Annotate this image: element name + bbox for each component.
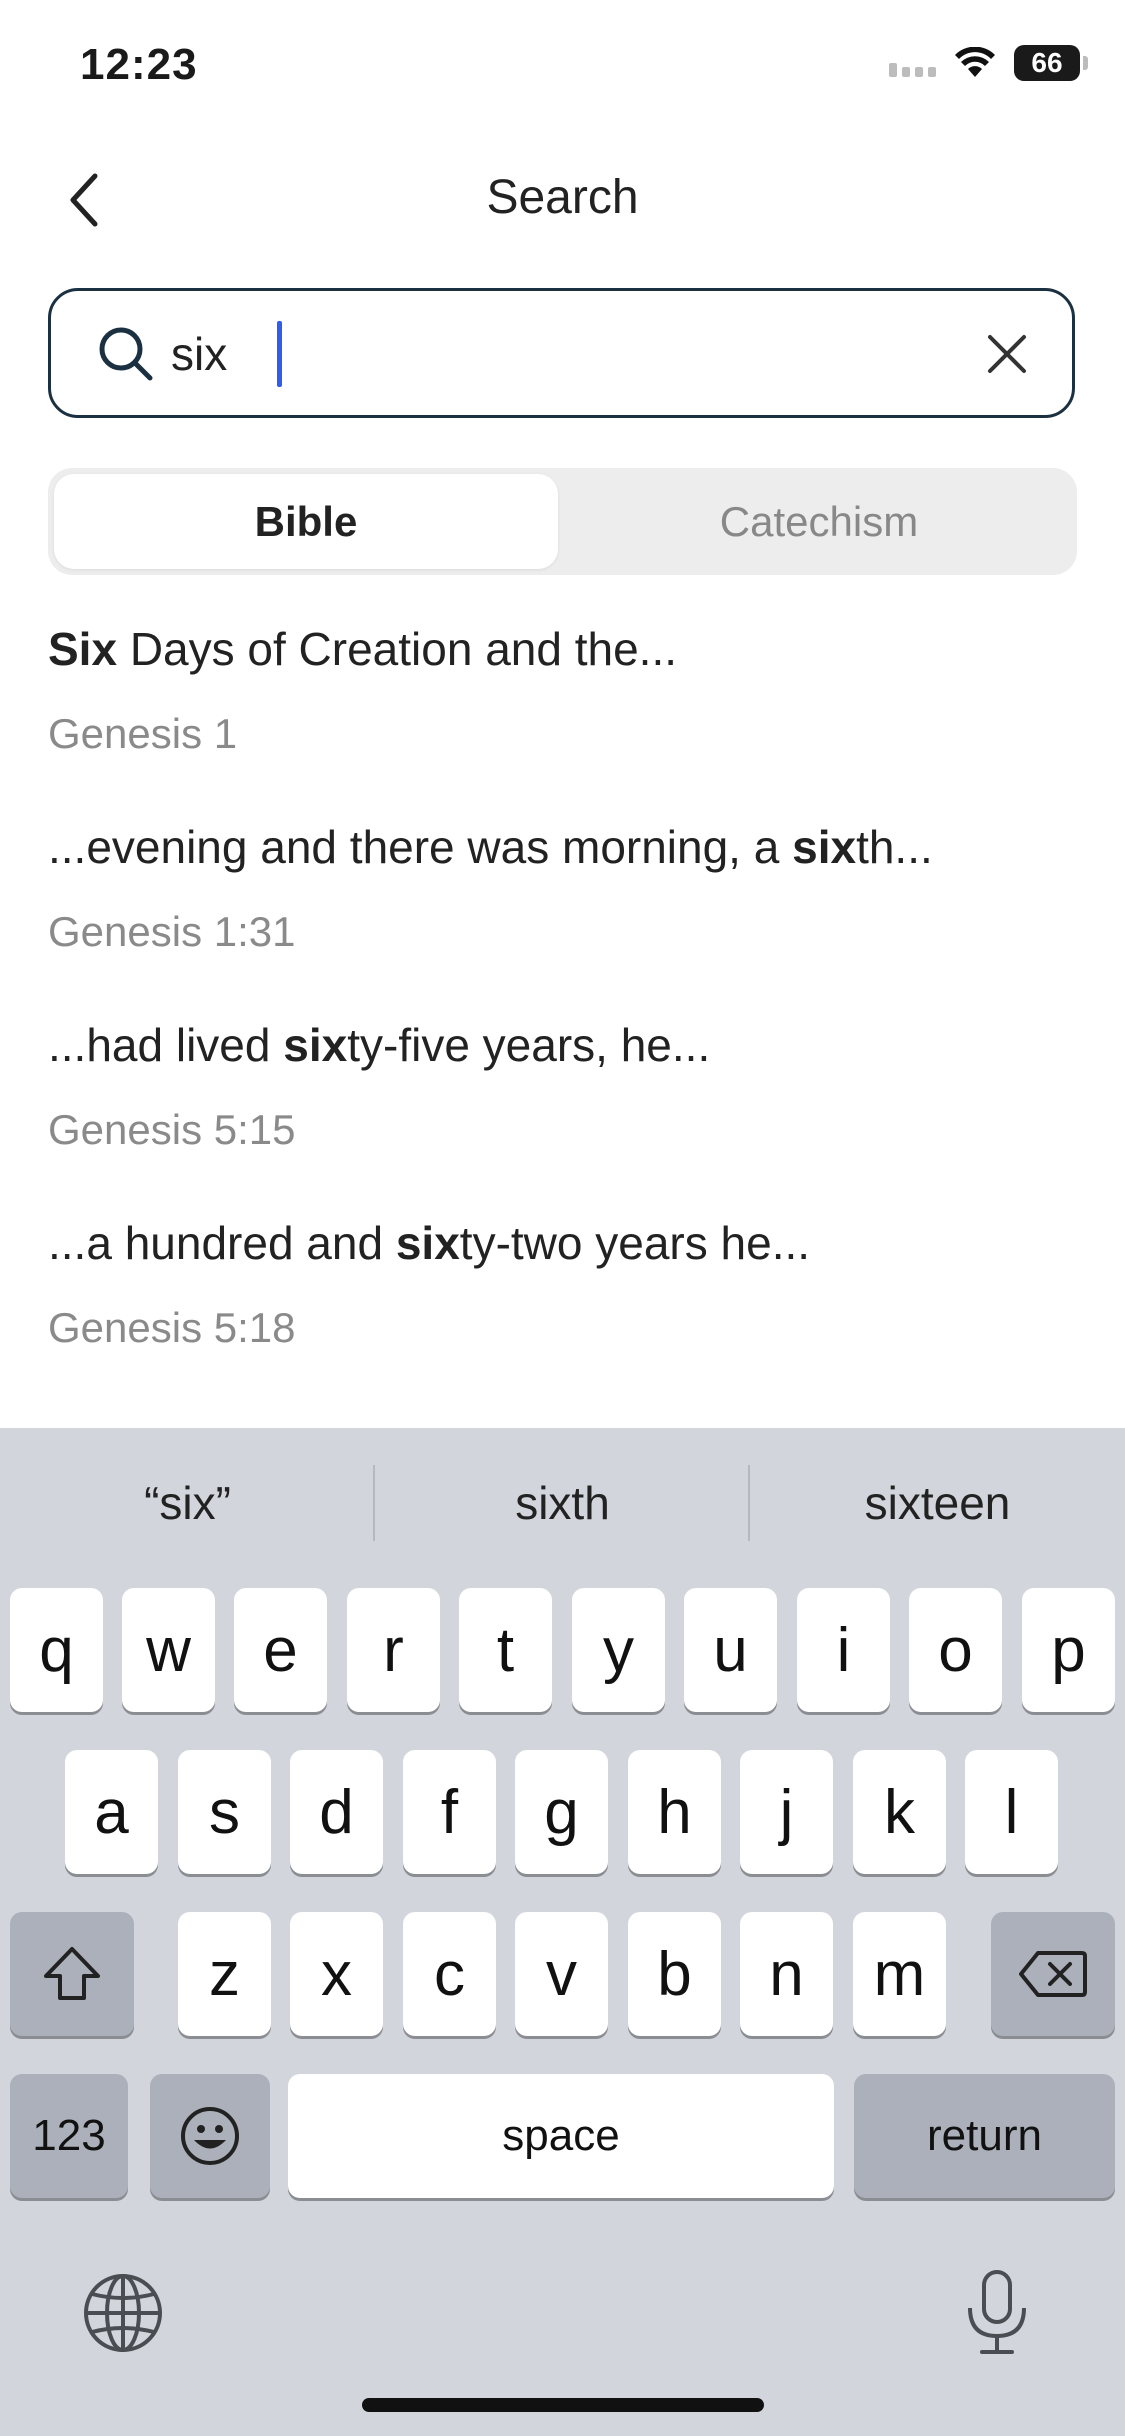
search-input[interactable] xyxy=(171,319,871,389)
key-n[interactable]: n xyxy=(740,1912,833,2036)
backspace-icon xyxy=(1019,1951,1087,1997)
emoji-icon xyxy=(181,2107,239,2165)
space-key[interactable]: space xyxy=(288,2074,834,2198)
suggestion-1[interactable]: “six” xyxy=(0,1428,375,1578)
search-icon xyxy=(99,327,153,381)
result-snippet: ...had lived sixty-five years, he... xyxy=(48,1019,711,1071)
return-key[interactable]: return xyxy=(854,2074,1115,2198)
key-q[interactable]: q xyxy=(10,1588,103,1712)
key-r[interactable]: r xyxy=(347,1588,440,1712)
key-f[interactable]: f xyxy=(403,1750,496,1874)
tab-catechism[interactable]: Catechism xyxy=(567,474,1071,569)
key-k[interactable]: k xyxy=(853,1750,946,1874)
key-a[interactable]: a xyxy=(65,1750,158,1874)
key-y[interactable]: y xyxy=(572,1588,665,1712)
key-l[interactable]: l xyxy=(965,1750,1058,1874)
key-p[interactable]: p xyxy=(1022,1588,1115,1712)
result-reference: Genesis 1 xyxy=(48,710,238,757)
key-x[interactable]: x xyxy=(290,1912,383,2036)
result-reference: Genesis 5:15 xyxy=(48,1106,296,1153)
suggestion-3[interactable]: sixteen xyxy=(750,1428,1125,1578)
microphone-icon[interactable] xyxy=(962,2268,1032,2358)
clear-search-icon[interactable] xyxy=(982,329,1032,379)
key-v[interactable]: v xyxy=(515,1912,608,2036)
list-item[interactable]: ...evening and there was morning, a sixt… xyxy=(48,820,1088,956)
battery-icon: 66 xyxy=(1014,45,1088,81)
key-i[interactable]: i xyxy=(797,1588,890,1712)
key-d[interactable]: d xyxy=(290,1750,383,1874)
globe-icon[interactable] xyxy=(82,2272,164,2354)
result-snippet: Six Days of Creation and the... xyxy=(48,623,678,675)
key-h[interactable]: h xyxy=(628,1750,721,1874)
key-g[interactable]: g xyxy=(515,1750,608,1874)
key-c[interactable]: c xyxy=(403,1912,496,2036)
key-z[interactable]: z xyxy=(178,1912,271,2036)
list-item[interactable]: ...a hundred and sixty-two years he... G… xyxy=(48,1216,1088,1352)
cellular-signal-icon xyxy=(889,49,936,77)
key-t[interactable]: t xyxy=(459,1588,552,1712)
numbers-key[interactable]: 123 xyxy=(10,2074,128,2198)
key-s[interactable]: s xyxy=(178,1750,271,1874)
emoji-key[interactable] xyxy=(150,2074,270,2198)
search-field[interactable] xyxy=(48,288,1075,418)
result-snippet: ...evening and there was morning, a sixt… xyxy=(48,821,933,873)
list-item[interactable]: ...had lived sixty-five years, he... Gen… xyxy=(48,1018,1088,1154)
battery-level: 66 xyxy=(1031,47,1063,78)
tab-bible[interactable]: Bible xyxy=(54,474,558,569)
result-reference: Genesis 1:31 xyxy=(48,908,296,955)
result-reference: Genesis 5:18 xyxy=(48,1304,296,1351)
suggestion-2[interactable]: sixth xyxy=(375,1428,750,1578)
status-time: 12:23 xyxy=(80,40,198,89)
delete-key[interactable] xyxy=(991,1912,1115,2036)
key-j[interactable]: j xyxy=(740,1750,833,1874)
key-b[interactable]: b xyxy=(628,1912,721,2036)
text-caret xyxy=(277,321,282,387)
status-icons: 66 xyxy=(889,45,1088,81)
shift-key[interactable] xyxy=(10,1912,134,2036)
shift-icon xyxy=(44,1947,100,2000)
result-snippet: ...a hundred and sixty-two years he... xyxy=(48,1217,811,1269)
key-e[interactable]: e xyxy=(234,1588,327,1712)
home-indicator xyxy=(362,2398,764,2412)
page-title: Search xyxy=(486,171,639,224)
key-m[interactable]: m xyxy=(853,1912,946,2036)
predictive-bar: “six” sixth sixteen xyxy=(0,1428,1125,1578)
key-u[interactable]: u xyxy=(684,1588,777,1712)
key-o[interactable]: o xyxy=(909,1588,1002,1712)
source-segmented-control: Bible Catechism xyxy=(48,468,1077,575)
keyboard: “six” sixth sixteen q w e r t y u i o p … xyxy=(0,1428,1125,2436)
list-item[interactable]: Six Days of Creation and the... Genesis … xyxy=(48,622,1088,758)
wifi-icon xyxy=(955,47,995,77)
key-w[interactable]: w xyxy=(122,1588,215,1712)
